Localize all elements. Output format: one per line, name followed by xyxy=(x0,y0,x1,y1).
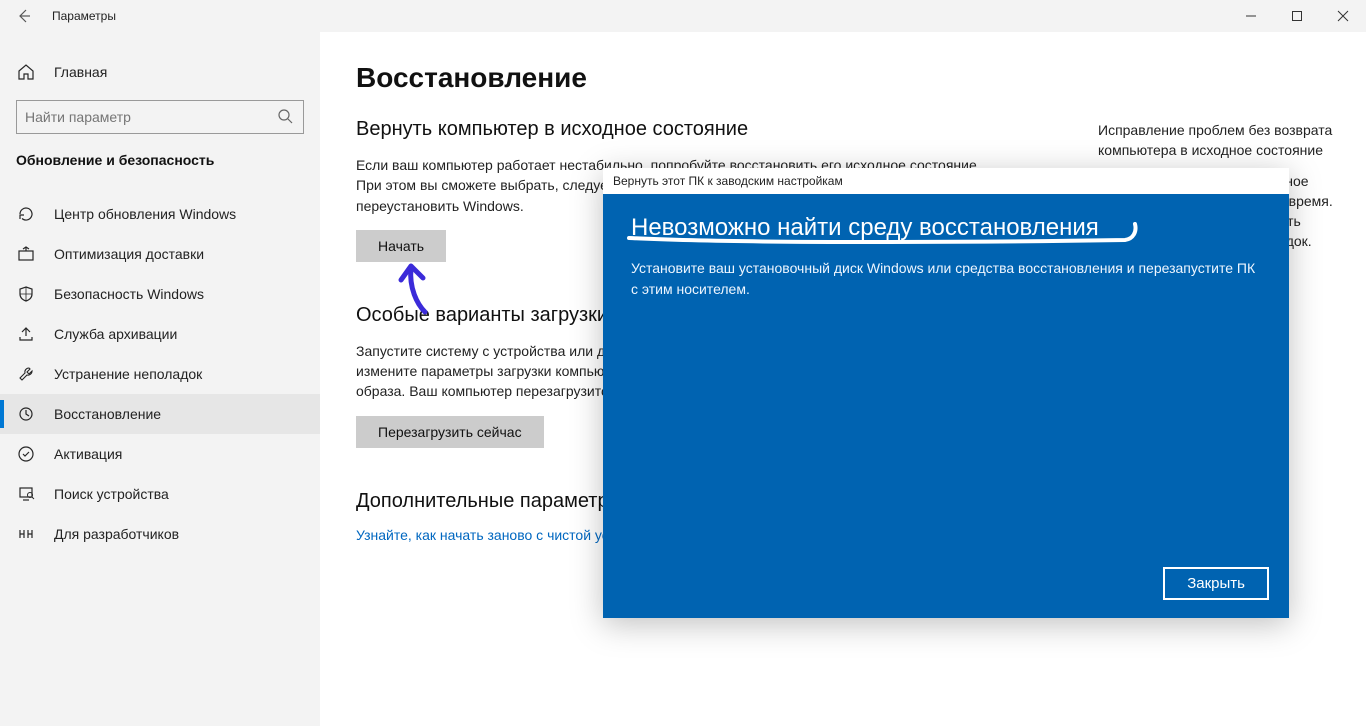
nav-label: Главная xyxy=(54,64,107,80)
right-rail-text1: Исправление проблем без возврата компьют… xyxy=(1098,120,1338,161)
nav-windows-update[interactable]: Центр обновления Windows xyxy=(0,194,320,234)
home-icon xyxy=(16,62,36,82)
nav-activation[interactable]: Активация xyxy=(0,434,320,474)
maximize-button[interactable] xyxy=(1274,0,1320,32)
minimize-button[interactable] xyxy=(1228,0,1274,32)
dialog-heading: Невозможно найти среду восстановления xyxy=(631,214,1099,242)
back-button[interactable] xyxy=(0,0,48,32)
nav-find-device[interactable]: Поиск устройства xyxy=(0,474,320,514)
search-icon xyxy=(277,108,295,126)
close-button[interactable] xyxy=(1320,0,1366,32)
nav-label: Восстановление xyxy=(54,406,161,422)
dialog-body: Установите ваш установочный диск Windows… xyxy=(631,258,1261,300)
minimize-icon xyxy=(1245,10,1257,22)
backup-icon xyxy=(16,324,36,344)
close-icon xyxy=(1337,10,1349,22)
page-title: Восстановление xyxy=(356,62,1330,94)
nav-label: Активация xyxy=(54,446,122,462)
nav-troubleshoot[interactable]: Устранение неполадок xyxy=(0,354,320,394)
sidebar: Главная Обновление и безопасность Центр … xyxy=(0,32,320,726)
window-titlebar: Параметры xyxy=(0,0,1366,32)
activation-icon xyxy=(16,444,36,464)
dialog-close-button[interactable]: Закрыть xyxy=(1163,567,1269,600)
nav-label: Оптимизация доставки xyxy=(54,246,204,262)
nav-label: Устранение неполадок xyxy=(54,366,202,382)
dialog-heading-text: Невозможно найти среду восстановления xyxy=(631,214,1099,241)
nav-recovery[interactable]: Восстановление xyxy=(0,394,320,434)
delivery-icon xyxy=(16,244,36,264)
nav-home[interactable]: Главная xyxy=(0,52,320,92)
nav-label: Центр обновления Windows xyxy=(54,206,236,222)
find-device-icon xyxy=(16,484,36,504)
recovery-icon xyxy=(16,404,36,424)
nav-label: Поиск устройства xyxy=(54,486,169,502)
maximize-icon xyxy=(1291,10,1303,22)
developers-icon xyxy=(16,524,36,544)
nav-windows-security[interactable]: Безопасность Windows xyxy=(0,274,320,314)
sidebar-group-title: Обновление и безопасность xyxy=(0,144,320,178)
reset-start-button[interactable]: Начать xyxy=(356,230,446,262)
window-title: Параметры xyxy=(52,9,116,23)
nav-backup[interactable]: Служба архивации xyxy=(0,314,320,354)
restart-now-button[interactable]: Перезагрузить сейчас xyxy=(356,416,544,448)
update-icon xyxy=(16,204,36,224)
arrow-left-icon xyxy=(16,8,32,24)
nav-label: Безопасность Windows xyxy=(54,286,204,302)
nav-label: Служба архивации xyxy=(54,326,177,342)
nav-label: Для разработчиков xyxy=(54,526,179,542)
nav-delivery-optimization[interactable]: Оптимизация доставки xyxy=(0,234,320,274)
search-input[interactable] xyxy=(25,109,277,125)
nav-developers[interactable]: Для разработчиков xyxy=(0,514,320,554)
dialog-titlebar: Вернуть этот ПК к заводским настройкам xyxy=(603,168,1289,194)
search-box[interactable] xyxy=(16,100,304,134)
reset-error-dialog: Вернуть этот ПК к заводским настройкам Н… xyxy=(603,168,1289,618)
wrench-icon xyxy=(16,364,36,384)
shield-icon xyxy=(16,284,36,304)
